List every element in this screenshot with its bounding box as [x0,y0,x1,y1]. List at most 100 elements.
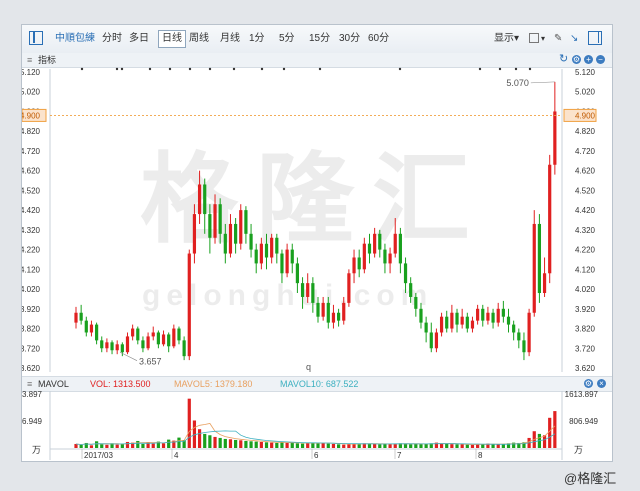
candle-body [429,332,433,349]
current-price-label-left: 4.900 [22,111,41,120]
candle-body [331,312,336,323]
misc-annotation: q [306,362,311,372]
candle-body [264,243,269,258]
volume-tick-left: 806.949 [22,417,43,426]
event-marker [168,67,172,71]
volume-bar [259,441,263,448]
event-marker [115,67,119,71]
price-tick-right: 4.420 [575,206,596,215]
candle-body [445,316,449,329]
candle-body [393,233,397,254]
volume-bar [409,444,413,448]
high-annotation: 5.070 [506,78,529,88]
candle-body [275,237,279,254]
candle-body [84,320,88,333]
price-tick-right: 4.520 [575,186,596,195]
candle-body [218,204,222,234]
volume-unit-left: 万 [32,445,41,455]
candle-body [450,312,454,329]
price-tick-left: 4.120 [22,265,41,274]
candle-body [470,320,475,329]
candle-body [439,316,444,333]
volume-bar [136,440,140,448]
price-tick-left: 4.220 [22,246,41,255]
candle-body [321,302,325,317]
candle-body [156,332,160,345]
candle-body [403,263,408,284]
volume-bar [79,444,83,448]
candle-body [120,344,124,353]
volume-bar [187,398,191,448]
candle-body [522,340,526,353]
candle-body [187,253,191,357]
candle-body [100,340,104,349]
candlestick-chart[interactable]: 5.1205.1205.0205.0204.9204.9204.8204.820… [22,25,612,461]
candle-body [141,340,145,349]
volume-bar [378,444,382,448]
volume-bar [445,443,449,448]
price-tick-right: 4.020 [575,285,596,294]
candle-body [486,312,490,321]
candle-body [74,312,78,323]
x-tick-label: 6 [314,451,319,460]
candle-body [270,237,274,258]
volume-bar [167,439,171,448]
volume-bar [465,444,469,448]
price-tick-right: 3.820 [575,325,596,334]
x-tick-label: 2017/03 [84,451,113,460]
volume-bar [141,443,145,448]
volume-bar [208,435,212,448]
candle-body [419,308,423,323]
current-price-label-right: 4.900 [575,111,596,120]
candle-body [352,257,356,274]
volume-bar [254,441,258,448]
candle-body [506,316,511,325]
candle-body [213,204,217,238]
volume-bar [326,443,330,448]
event-marker [528,67,532,71]
volume-bar [553,411,557,448]
candle-body [177,328,181,341]
price-tick-right: 3.620 [575,364,596,373]
volume-bar [264,442,269,448]
candle-body [203,184,207,215]
volume-bar [100,444,104,448]
event-marker [208,67,212,71]
price-tick-left: 4.420 [22,206,41,215]
event-marker [120,67,124,71]
candle-body [131,328,135,337]
price-tick-left: 4.520 [22,186,41,195]
volume-bar [249,441,253,448]
candle-body [136,328,140,341]
volume-bar [455,444,459,448]
price-tick-right: 4.720 [575,147,596,156]
candle-body [532,223,536,313]
event-marker [478,67,482,71]
price-tick-left: 4.820 [22,127,41,136]
price-tick-right: 4.120 [575,265,596,274]
price-tick-left: 3.720 [22,344,41,353]
volume-bar [548,417,552,448]
candle-body [501,308,505,317]
candle-body [383,249,387,264]
high-annotation-line [530,81,555,84]
candle-body [208,214,212,238]
price-tick-left: 3.620 [22,364,41,373]
volume-bar [290,442,294,448]
volume-bar [419,444,423,448]
candle-body [409,283,413,297]
event-marker [80,67,84,71]
candle-body [311,283,315,303]
candle-body [306,283,310,297]
candle-body [373,233,377,254]
volume-bar [223,438,227,448]
candle-body [362,243,366,270]
candle-body [517,332,521,341]
price-tick-right: 3.920 [575,305,596,314]
candle-body [460,316,464,325]
candle-body [228,223,233,254]
candle-body [367,243,372,254]
candle-body [167,334,171,347]
volume-bar [321,442,325,448]
volume-tick-right: 1613.897 [565,390,599,399]
